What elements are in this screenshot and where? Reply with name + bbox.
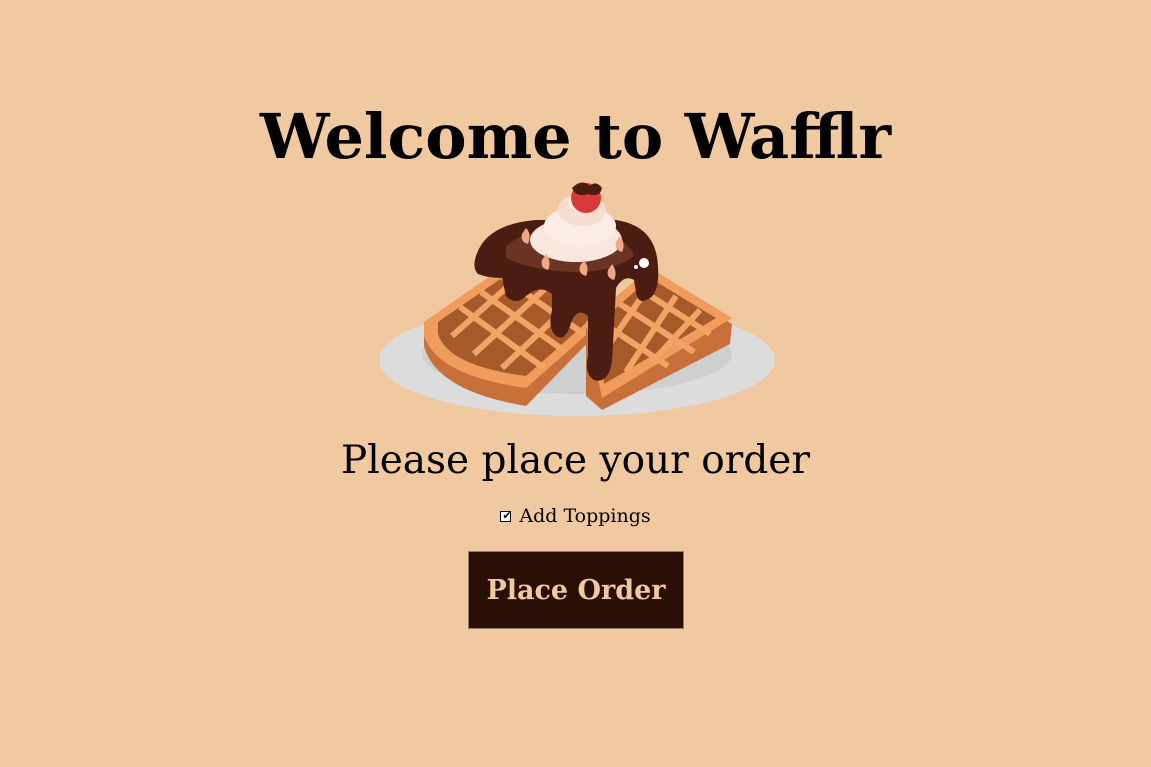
order-prompt: Please place your order: [340, 438, 811, 483]
add-toppings-checkbox[interactable]: ✔: [500, 508, 512, 522]
page: Welcome to Wafflr Please place your orde…: [0, 0, 1151, 767]
add-toppings-row: ✔ Add Toppings: [0, 505, 1151, 527]
check-icon: ✔: [502, 508, 512, 522]
place-order-button[interactable]: Place Order: [468, 551, 684, 629]
waffle-illustration: [379, 182, 775, 416]
page-title: Welcome to Wafflr: [259, 100, 892, 173]
add-toppings-label[interactable]: Add Toppings: [519, 505, 650, 527]
